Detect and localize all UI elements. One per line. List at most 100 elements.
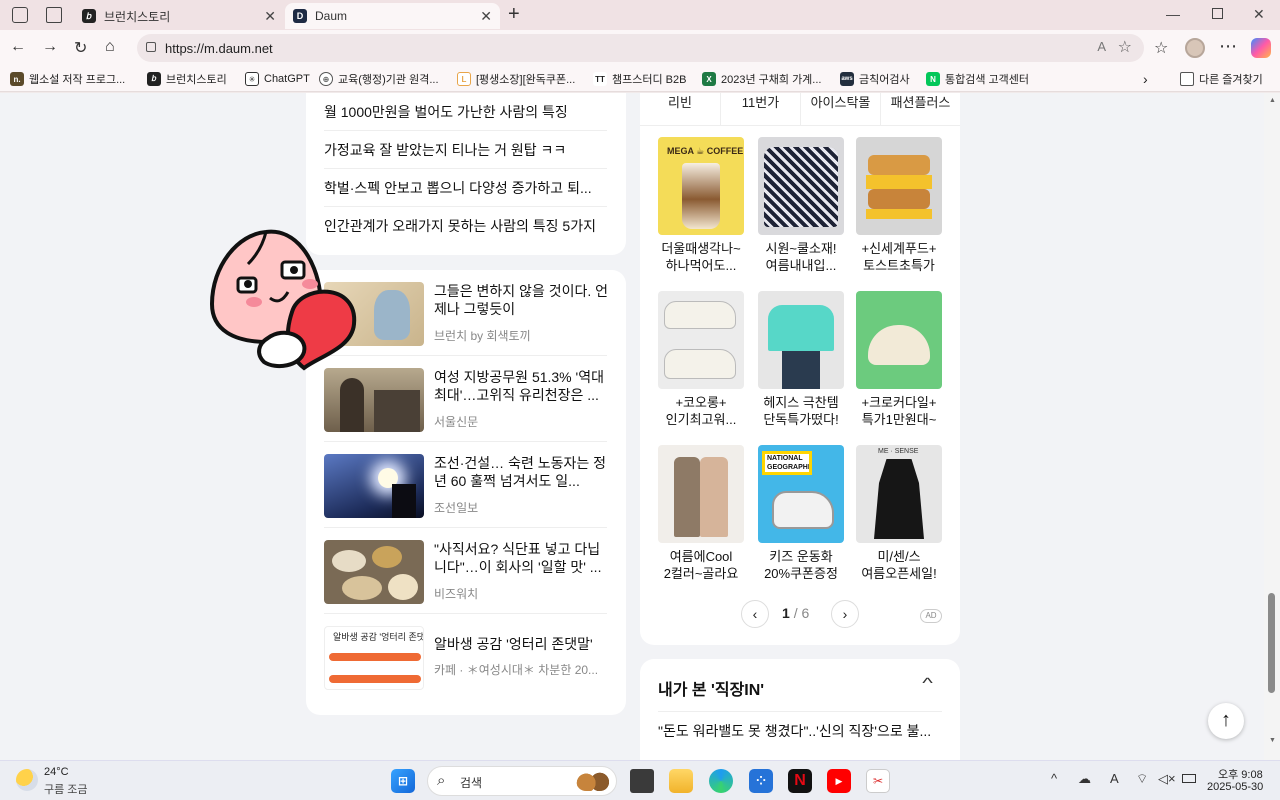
article-item[interactable]: 여성 지방공무원 51.3% '역대 최대'…고위직 유리천장은 ... 서울신… bbox=[324, 356, 607, 442]
bookmark-item[interactable]: 𝑏 브런치스토리 bbox=[147, 70, 227, 88]
workspaces-icon[interactable] bbox=[12, 7, 28, 23]
headline-item[interactable]: 가정교육 잘 받았는지 티나는 거 원탑 ㅋㅋ bbox=[324, 131, 607, 169]
shop-tab[interactable]: 패션플러스 bbox=[880, 93, 960, 125]
other-bookmarks[interactable]: 다른 즐겨찾기 bbox=[1180, 70, 1263, 88]
back-icon[interactable]: ← bbox=[10, 38, 26, 56]
bookmark-item[interactable]: X 2023년 구채희 가계... bbox=[702, 70, 821, 88]
article-item[interactable]: 조선·건설… 숙련 노동자는 정년 60 훌쩍 넘겨서도 일... 조선일보 bbox=[324, 442, 607, 528]
windows-start-icon[interactable]: ⊞ bbox=[391, 769, 415, 793]
snipping-tool-icon[interactable]: ✂ bbox=[866, 769, 890, 793]
close-window-icon[interactable]: ✕ bbox=[1253, 6, 1265, 23]
refresh-icon[interactable]: ↻ bbox=[74, 38, 87, 58]
lock-icon[interactable] bbox=[146, 42, 156, 52]
weather-desc: 구름 조금 bbox=[44, 784, 88, 796]
clock-time[interactable]: 오후 9:08 bbox=[1218, 766, 1263, 782]
scroll-down-arrow-icon[interactable]: ▼ bbox=[1269, 737, 1276, 744]
product-item[interactable]: 헤지스 극찬템 단독특가떴다! bbox=[758, 291, 844, 428]
headline-item[interactable]: 인간관계가 오래가지 못하는 사람의 특징 5가지 bbox=[324, 207, 607, 245]
article-title: 조선·건설… 숙련 노동자는 정년 60 훌쩍 넘겨서도 일... bbox=[434, 455, 607, 489]
shop-tab[interactable]: 리빈 bbox=[640, 93, 720, 125]
bookmark-item[interactable]: N 통합검색 고객센터 bbox=[926, 70, 1029, 88]
article-item[interactable]: "사직서요? 식단표 넣고 다닙니다"…이 회사의 '일할 맛' ... 비즈워… bbox=[324, 528, 607, 614]
chevron-right-icon[interactable]: › bbox=[1143, 70, 1148, 88]
globe-icon: ⊕ bbox=[319, 72, 333, 86]
chatgpt-icon: ✳ bbox=[245, 72, 259, 86]
home-icon[interactable]: ⌂ bbox=[105, 38, 115, 56]
close-tab-icon[interactable]: ✕ bbox=[264, 8, 276, 25]
address-bar[interactable]: https://m.daum.net A ☆ bbox=[137, 34, 1144, 62]
copilot-icon[interactable] bbox=[1251, 38, 1271, 58]
bookmark-item[interactable]: ✳ ChatGPT bbox=[245, 70, 310, 88]
article-item[interactable]: 그들은 변하지 않을 것이다. 언제나 그렇듯이 브런치 by 회색토끼 bbox=[324, 270, 609, 356]
close-tab-icon[interactable]: ✕ bbox=[480, 8, 492, 25]
tab-bar: 𝑏 브런치스토리 ✕ D Daum ✕ + — ✕ bbox=[0, 0, 1280, 30]
read-aloud-icon[interactable]: A bbox=[1097, 39, 1106, 54]
bookmark-item[interactable]: n. 웹소설 저작 프로그... bbox=[10, 70, 125, 88]
bookmark-item[interactable]: aws 금칙어검사 bbox=[840, 70, 910, 88]
tray-chevron-icon[interactable]: ^ bbox=[1051, 771, 1057, 786]
product-image bbox=[856, 291, 942, 389]
collapse-chevron-icon[interactable]: ^ bbox=[922, 675, 933, 692]
scroll-top-button[interactable]: ↑ bbox=[1208, 703, 1244, 739]
profile-avatar[interactable] bbox=[1185, 38, 1205, 58]
product-item[interactable]: +크로커다일+ 특가1만원대~ bbox=[856, 291, 942, 428]
product-item[interactable]: 시원~쿨소재! 여름내내입... bbox=[758, 137, 844, 274]
tab-label: Daum bbox=[315, 9, 348, 23]
task-view-icon[interactable] bbox=[630, 769, 654, 793]
ime-indicator[interactable]: A bbox=[1110, 771, 1119, 786]
minimize-icon[interactable]: — bbox=[1166, 6, 1180, 22]
netflix-icon[interactable]: N bbox=[788, 769, 812, 793]
article-title: 여성 지방공무원 51.3% '역대 최대'…고위직 유리천장은 ... bbox=[434, 369, 604, 403]
page-scrollbar[interactable]: ▲ ▼ bbox=[1264, 93, 1280, 760]
product-image bbox=[658, 291, 744, 389]
excel-icon: X bbox=[702, 72, 716, 86]
prev-page-button[interactable]: ‹ bbox=[741, 600, 769, 628]
search-highlight-image bbox=[576, 771, 610, 791]
file-explorer-icon[interactable] bbox=[669, 769, 693, 793]
tab-brunch[interactable]: 𝑏 브런치스토리 ✕ bbox=[74, 3, 284, 29]
youtube-icon[interactable]: ▶ bbox=[827, 769, 851, 793]
shop-tab[interactable]: 아이스탁몰 bbox=[800, 93, 880, 125]
volume-icon[interactable]: ◁× bbox=[1158, 771, 1176, 787]
naver-icon: N bbox=[926, 72, 940, 86]
product-item[interactable]: ME · SENSE 미/센/스 여름오픈세일! bbox=[856, 445, 942, 582]
recent-item[interactable]: "돈도 워라밸도 못 챙겼다"..'신의 직장'으로 불... bbox=[658, 721, 942, 741]
bookmark-item[interactable]: L [평생소장][완독쿠폰... bbox=[457, 70, 575, 88]
article-thumbnail bbox=[324, 454, 424, 518]
bookmark-item[interactable]: ⊕ 교육(행정)기관 원격... bbox=[319, 70, 439, 88]
bookmarks-bar: n. 웹소설 저작 프로그... 𝑏 브런치스토리 ✳ ChatGPT ⊕ 교육(행정)… bbox=[0, 66, 1280, 92]
clock-date[interactable]: 2025-05-30 bbox=[1207, 781, 1263, 793]
bookmark-item[interactable]: TT 챔프스터디 B2B bbox=[593, 70, 686, 88]
product-item[interactable]: +신세계푸드+ 토스트초특가 bbox=[856, 137, 942, 274]
product-item[interactable]: MEGA ☕ COFFEE 더울때생각나~ 하나먹어도... bbox=[658, 137, 744, 274]
restore-icon[interactable] bbox=[1212, 8, 1223, 19]
headline-item[interactable]: 월 1000만원을 벌어도 가난한 사람의 특징 bbox=[324, 93, 607, 131]
scroll-up-arrow-icon[interactable]: ▲ bbox=[1269, 97, 1276, 104]
favorite-star-icon[interactable]: ☆ bbox=[1118, 37, 1132, 57]
scroll-thumb[interactable] bbox=[1268, 593, 1275, 693]
battery-icon[interactable] bbox=[1182, 774, 1196, 783]
taskbar-search[interactable]: ⌕ 검색 bbox=[427, 766, 617, 796]
tab-actions-icon[interactable] bbox=[46, 7, 62, 23]
favorites-icon[interactable]: ☆ bbox=[1154, 38, 1168, 58]
shop-tab[interactable]: 11번가 bbox=[720, 93, 800, 125]
next-page-button[interactable]: › bbox=[831, 600, 859, 628]
onedrive-cloud-icon[interactable]: ☁ bbox=[1078, 771, 1091, 787]
forward-icon[interactable]: → bbox=[42, 38, 58, 56]
tab-daum[interactable]: D Daum ✕ bbox=[285, 3, 500, 29]
product-item[interactable]: 여름에Cool 2컬러~골라요 bbox=[658, 445, 744, 582]
product-image bbox=[758, 291, 844, 389]
headline-item[interactable]: 학벌·스펙 안보고 뽑으니 다양성 증가하고 퇴... bbox=[324, 169, 607, 207]
product-item[interactable]: +코오롱+ 인기최고워... bbox=[658, 291, 744, 428]
article-item[interactable]: 알바생 공감 '엉터리 존댓말' 알바생 공감 '엉터리 존댓말' 카페 · ＊… bbox=[324, 614, 607, 700]
new-tab-icon[interactable]: + bbox=[508, 3, 520, 26]
aws-icon: aws bbox=[840, 72, 854, 86]
product-item[interactable]: NATIONAL GEOGRAPHIC 키즈 운동화 20%쿠폰증정 bbox=[758, 445, 844, 582]
edge-icon[interactable] bbox=[709, 769, 733, 793]
wifi-icon[interactable]: ⌔ bbox=[1136, 771, 1148, 787]
article-title: 그들은 변하지 않을 것이다. 언제나 그렇듯이 bbox=[434, 283, 609, 317]
search-icon: ⌕ bbox=[437, 772, 446, 789]
app-icon[interactable]: ⁘ bbox=[749, 769, 773, 793]
more-menu-icon[interactable]: ⋯ bbox=[1219, 36, 1237, 57]
weather-widget[interactable]: 24°C 구름 조금 bbox=[14, 766, 114, 796]
